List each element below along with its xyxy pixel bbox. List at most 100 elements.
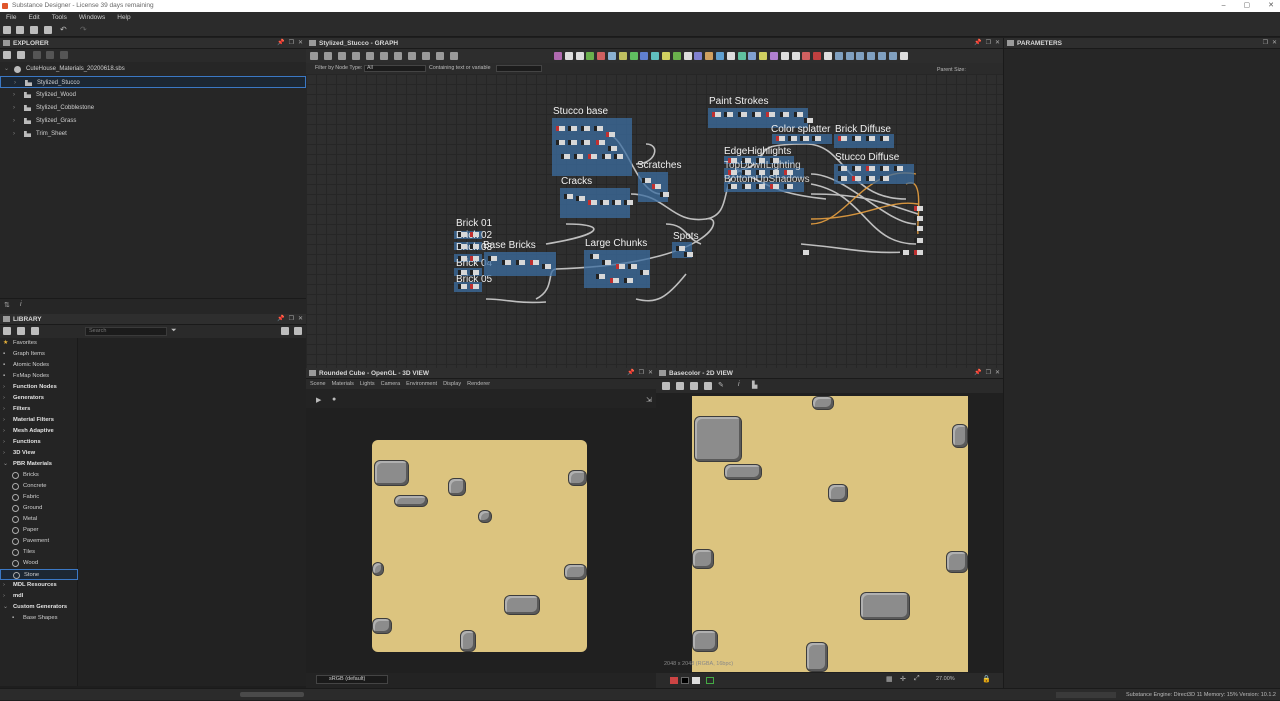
graph-node[interactable] [838,176,847,181]
library-item-mesh-adaptive[interactable]: › Mesh Adaptive [0,426,78,437]
graph-node[interactable] [470,284,479,289]
graph-node[interactable] [676,246,685,251]
library-item-base-shapes[interactable]: ▪ Base Shapes [0,613,78,624]
graph-item-stylized-wood[interactable]: › Stylized_Wood [0,89,306,101]
filter-icon[interactable]: ⏷ [171,327,177,335]
grid-view-icon[interactable] [281,327,289,335]
graph-node[interactable] [880,166,889,171]
graph-tool-icon[interactable] [366,52,374,60]
node-type-icon[interactable] [759,52,768,60]
graph-node[interactable] [568,140,577,145]
graph-tool-icon[interactable] [394,52,402,60]
node-type-icon[interactable] [888,52,897,60]
graph-node[interactable] [752,112,761,117]
maximize-button[interactable]: ▢ [1244,0,1251,12]
graph-node[interactable] [606,132,615,137]
library-item-generators[interactable]: › Generators [0,393,78,404]
node-type-icon[interactable] [629,52,638,60]
library-item-wood[interactable]: Wood [0,558,78,569]
graph-node[interactable] [516,260,525,265]
chevron-down-icon[interactable]: ⌄ [3,602,8,613]
graph-node[interactable] [852,166,861,171]
graph-node[interactable] [794,112,803,117]
library-item-ground[interactable]: Ground [0,503,78,514]
graph-item-trim-sheet[interactable]: › Trim_Sheet [0,128,306,140]
node-type-icon[interactable] [856,52,865,60]
graph-node[interactable] [458,256,467,261]
pencil-icon[interactable] [31,327,39,335]
graph-node[interactable] [596,274,605,279]
library-item-fabric[interactable]: Fabric [0,492,78,503]
graph-node[interactable] [728,184,737,189]
menu-windows[interactable]: Windows [73,12,111,24]
graph-node[interactable] [684,252,693,257]
library-item-metal[interactable]: Metal [0,514,78,525]
library-item-favorites[interactable]: ★ Favorites [0,338,78,349]
float-icon[interactable]: ❐ [639,368,644,379]
histogram-icon[interactable]: ▙ [752,381,757,389]
menu-display[interactable]: Display [443,379,461,389]
node-type-icon[interactable] [716,52,724,60]
graph-tool-icon[interactable] [408,52,416,60]
menu-environment[interactable]: Environment [406,379,437,389]
light-icon[interactable]: ● [332,396,336,403]
graph-node[interactable] [581,126,590,131]
menu-renderer[interactable]: Renderer [467,379,490,389]
library-item-tiles[interactable]: Tiles [0,547,78,558]
chevron-right-icon[interactable]: › [3,437,5,448]
graph-node[interactable] [502,260,511,265]
library-scrollbar[interactable] [240,692,304,697]
graph-node[interactable] [784,170,793,175]
float-icon[interactable]: ❐ [289,38,294,49]
pin-icon[interactable]: 📌 [974,38,981,49]
menu-camera[interactable]: Camera [381,379,401,389]
graph-node[interactable] [568,126,577,131]
copy-icon[interactable] [46,51,54,59]
graph-node[interactable] [776,136,785,141]
close-button[interactable]: ✕ [1268,0,1274,12]
graph-node[interactable] [530,260,539,265]
graph-node[interactable] [770,158,779,163]
node-type-icon[interactable] [802,52,811,60]
chevron-right-icon[interactable]: › [3,404,5,415]
graph-node[interactable] [742,158,751,163]
node-type-icon[interactable] [554,52,562,60]
graph-node[interactable] [894,166,903,171]
graph-node[interactable] [756,170,765,175]
graph-node[interactable] [602,154,611,159]
graph-node[interactable] [780,112,789,117]
graph-tool-icon[interactable] [422,52,430,60]
new-icon[interactable] [3,51,11,59]
chevron-down-icon[interactable]: ⌄ [4,63,9,75]
chevron-right-icon[interactable]: › [3,591,5,602]
colorspace-select[interactable]: sRGB (default) [316,675,388,684]
graph-node[interactable] [602,260,611,265]
menu-tools[interactable]: Tools [46,12,73,24]
crosshair-icon[interactable]: ✛ [900,675,906,683]
graph-node[interactable] [756,158,765,163]
node-type-icon[interactable] [878,52,886,60]
new-package-icon[interactable] [3,26,11,34]
grid-icon[interactable]: ▦ [886,675,893,683]
pin-icon[interactable]: 📌 [974,368,981,379]
node-type-icon[interactable] [813,52,822,60]
library-item-function-nodes[interactable]: › Function Nodes [0,382,78,393]
close-panel-icon[interactable]: ✕ [995,368,1000,379]
menu-scene[interactable]: Scene [310,379,326,389]
graph-node[interactable] [610,278,619,283]
graph-node[interactable] [561,154,570,159]
float-icon[interactable]: ❐ [986,368,991,379]
node-type-icon[interactable] [834,52,843,60]
3d-viewport[interactable] [306,408,656,673]
node-type-icon[interactable] [770,52,778,60]
library-item-material-filters[interactable]: › Material Filters [0,415,78,426]
node-type-icon[interactable] [824,52,832,60]
tiling-icon[interactable] [706,677,714,684]
tile-icon[interactable] [704,382,712,390]
menu-materials[interactable]: Materials [332,379,354,389]
new-folder-icon[interactable] [17,327,25,335]
float-icon[interactable]: ❐ [986,38,991,49]
save-image-icon[interactable] [676,382,684,390]
node-type-icon[interactable] [608,52,616,60]
graph-tool-icon[interactable] [310,52,318,60]
